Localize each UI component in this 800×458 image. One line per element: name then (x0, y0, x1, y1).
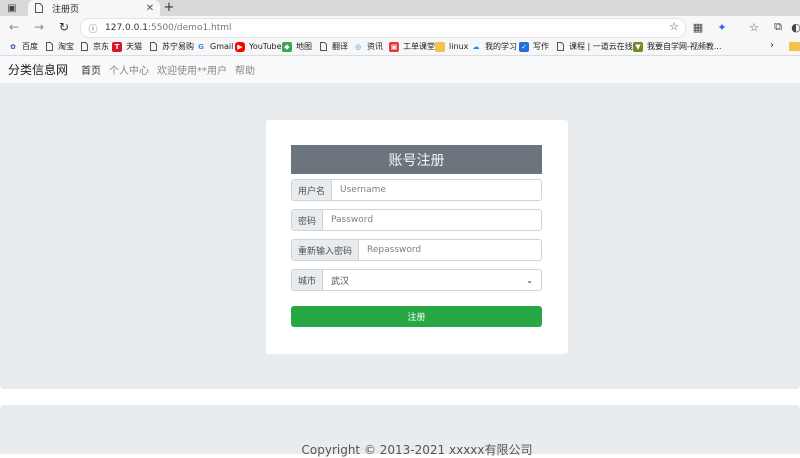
bookmark-course-online[interactable]: 课程 | 一道云在线... (555, 40, 640, 53)
password-input[interactable] (323, 210, 541, 230)
add-favorite-icon[interactable]: ☆ (669, 20, 679, 33)
google-icon: G (198, 42, 204, 51)
chevron-down-icon: ⌄ (526, 275, 533, 285)
repassword-group: 重新输入密码 (291, 239, 542, 261)
course-icon: ▣ (389, 41, 399, 52)
city-selected-value: 武汉 (331, 276, 350, 287)
page-icon (148, 42, 158, 52)
register-card: 账号注册 用户名 密码 重新输入密码 城市 武汉 ⌄ 注册 (266, 120, 568, 354)
extension-star-icon[interactable]: ✦ (714, 19, 730, 35)
city-select[interactable]: 武汉 ⌄ (323, 270, 541, 290)
bookmark-taobao[interactable]: 淘宝 (44, 40, 74, 53)
jumbotron: 账号注册 用户名 密码 重新输入密码 城市 武汉 ⌄ 注册 (0, 83, 800, 389)
page-icon (318, 42, 328, 52)
baidu-paw-icon: ✿ (10, 42, 16, 51)
form-title: 账号注册 (291, 145, 542, 174)
info-icon[interactable]: ⓘ (87, 22, 99, 35)
other-favorites-folder-icon[interactable] (789, 42, 800, 51)
nav-welcome[interactable]: 欢迎使用**用户 (157, 62, 227, 77)
bookmark-my-study[interactable]: ☁ 我的学习 (471, 40, 518, 53)
repassword-input[interactable] (359, 240, 541, 260)
site-brand[interactable]: 分类信息网 (8, 61, 68, 78)
zixue-icon: ▼ (633, 41, 643, 52)
bookmark-gmail[interactable]: G Gmail (196, 40, 233, 53)
city-label: 城市 (292, 270, 324, 290)
url-text: 127.0.0.1:5500/demo1.html (105, 23, 232, 33)
bookmark-course[interactable]: ▣ 工单课堂 (389, 40, 435, 53)
bookmark-news[interactable]: ◎ 资讯 (353, 40, 383, 53)
tab-list-icon[interactable]: ▣ (6, 2, 18, 14)
page-icon (79, 42, 89, 52)
bookmark-map[interactable]: ◆ 地图 (282, 40, 312, 53)
cloud-icon: ☁ (472, 42, 480, 51)
page-icon (34, 3, 44, 13)
bookmark-writing[interactable]: ✓ 写作 (519, 40, 549, 53)
register-button[interactable]: 注册 (291, 306, 542, 327)
repassword-label: 重新输入密码 (292, 240, 360, 260)
close-tab-icon[interactable]: ✕ (144, 3, 156, 14)
bookmark-jd[interactable]: 京东 (79, 40, 109, 53)
forward-icon[interactable]: → (31, 19, 47, 35)
username-label: 用户名 (292, 180, 333, 200)
folder-icon (435, 41, 445, 52)
news-icon: ◎ (354, 42, 362, 51)
site-footer: Copyright © 2013-2021 xxxxx有限公司 (0, 405, 800, 457)
check-icon: ✓ (519, 41, 529, 52)
bookmark-zixue[interactable]: ▼ 我要自学网-视频教... (633, 40, 722, 53)
password-group: 密码 (291, 209, 542, 231)
youtube-icon: ▶ (235, 41, 245, 52)
bookmarks-bar: ✿ 百度 淘宝 京东 T 天猫 苏宁易购 G Gmail ▶ YouTube ◆ 地图 翻… (0, 38, 800, 56)
browser-toolbar: ← → ↻ ⓘ 127.0.0.1:5500/demo1.html ☆ ▦ ✦ … (0, 16, 800, 38)
tmall-icon: T (112, 41, 122, 52)
map-icon: ◆ (282, 41, 292, 52)
bookmark-baidu[interactable]: ✿ 百度 (8, 40, 38, 53)
page-icon (44, 42, 54, 52)
site-navbar: 分类信息网 首页 个人中心 欢迎使用**用户 帮助 (0, 56, 800, 83)
nav-help[interactable]: 帮助 (235, 62, 255, 77)
bookmark-linux[interactable]: linux (435, 40, 468, 53)
page-icon (555, 42, 565, 52)
username-group: 用户名 (291, 179, 542, 201)
address-bar[interactable]: ⓘ 127.0.0.1:5500/demo1.html ☆ (80, 18, 686, 38)
bookmark-youtube[interactable]: ▶ YouTube (235, 40, 282, 53)
username-input[interactable] (332, 180, 541, 200)
password-label: 密码 (292, 210, 324, 230)
favorites-icon[interactable]: ☆ (746, 19, 762, 35)
profile-icon[interactable]: ◐ (788, 19, 800, 35)
nav-home[interactable]: 首页 (81, 62, 101, 77)
nav-profile[interactable]: 个人中心 (109, 62, 149, 77)
browser-tabstrip: ▣ 注册页 ✕ + (0, 0, 800, 16)
copyright-text: Copyright © 2013-2021 xxxxx有限公司 (301, 443, 533, 457)
bookmark-translate[interactable]: 翻译 (318, 40, 348, 53)
tab-title: 注册页 (52, 4, 80, 15)
bookmark-tmall[interactable]: T 天猫 (112, 40, 142, 53)
browser-tab[interactable]: 注册页 ✕ (28, 0, 160, 16)
chevron-right-icon[interactable]: › (770, 40, 774, 51)
city-group: 城市 武汉 ⌄ (291, 269, 542, 291)
bookmark-suning[interactable]: 苏宁易购 (148, 40, 194, 53)
back-icon[interactable]: ← (6, 19, 22, 35)
extension-icon[interactable]: ▦ (690, 19, 706, 35)
refresh-icon[interactable]: ↻ (56, 19, 72, 35)
collections-icon[interactable]: ⧉ (770, 19, 786, 35)
new-tab-icon[interactable]: + (162, 0, 176, 16)
